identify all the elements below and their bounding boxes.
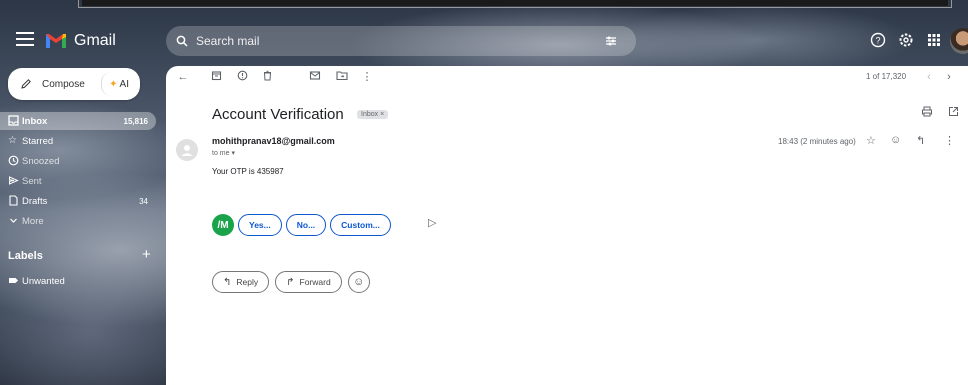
recipient-details[interactable]: to me ▾ [212,149,235,157]
search-bar[interactable] [166,26,636,56]
chevron-down-icon [8,215,20,227]
ai-label: AI [119,78,129,90]
pencil-icon [21,79,31,89]
compose-label: Compose [42,78,85,90]
compose-button[interactable]: Compose [8,68,101,100]
sidebar-item-label: Snoozed [22,155,60,167]
settings-gear-icon[interactable] [898,32,914,48]
inbox-icon [8,115,20,127]
open-in-new-window-icon[interactable] [946,106,960,120]
star-icon[interactable]: ☆ [866,134,876,147]
search-options-icon[interactable] [604,34,618,48]
pagination-count: 1 of 17,320 [866,72,907,81]
message-pane: ← ⋮ 1 of 17,320 ‹ › Account Verification… [166,66,968,385]
inbox-count: 15,816 [123,116,148,126]
sidebar-nav: Inbox 15,816 ☆ Starred Snoozed Sent Draf… [0,112,156,232]
back-arrow-icon[interactable]: ← [176,70,190,84]
email-body: Your OTP is 435987 [212,167,284,176]
older-chevron-icon[interactable]: › [942,70,956,84]
sidebar-item-inbox[interactable]: Inbox 15,816 [0,112,156,130]
sender-email[interactable]: mohithpranav18@gmail.com [212,136,335,146]
smart-reply-custom[interactable]: Custom... [330,214,391,236]
send-icon [8,175,20,187]
message-toolbar: ← ⋮ 1 of 17,320 ‹ › [166,66,968,88]
reply-arrow-icon[interactable]: ↰ [916,134,925,147]
add-label-icon[interactable]: + [142,246,151,263]
sidebar-item-drafts[interactable]: Drafts 34 [0,192,156,210]
top-header: Gmail ? [0,20,968,64]
sender-avatar[interactable] [176,139,198,161]
reply-label: Reply [236,277,259,287]
smart-reply-yes[interactable]: Yes... [238,214,282,236]
forward-icon: ↱ [286,276,295,288]
gmail-m-icon [46,34,66,48]
newer-chevron-icon[interactable]: ‹ [922,70,936,84]
svg-text:?: ? [875,36,880,46]
more-options-icon[interactable]: ⋮ [360,70,374,84]
search-icon[interactable] [176,35,188,47]
addon-logo-icon: /M [212,214,234,236]
draft-icon [8,195,20,207]
sidebar-item-snoozed[interactable]: Snoozed [0,152,156,170]
delete-trash-icon[interactable] [260,70,274,84]
gmail-logo[interactable]: Gmail [44,28,116,54]
hamburger-menu-icon[interactable] [16,32,34,48]
forward-label: Forward [299,277,331,287]
sidebar-item-label: Inbox [22,115,48,127]
smart-reply-no[interactable]: No... [285,214,327,236]
account-avatar[interactable] [950,28,968,54]
label-icon [8,275,20,287]
email-timestamp: 18:43 (2 minutes ago) [778,137,856,146]
sidebar-item-label: Sent [22,175,42,187]
mouse-cursor-icon: ▷ [428,217,437,229]
sidebar-item-label: Unwanted [22,275,65,287]
sidebar-item-label: Drafts [22,195,48,207]
emoji-reaction-button[interactable]: ☺ [347,271,370,293]
ai-button[interactable]: ✦ AI [101,72,136,96]
sidebar-item-more[interactable]: More [0,212,156,230]
sidebar-label-unwanted[interactable]: Unwanted [0,272,156,290]
apps-grid-icon[interactable] [926,32,942,48]
smiley-icon: ☺ [353,276,365,288]
labels-heading: Labels [8,250,43,262]
star-icon: ☆ [8,135,17,146]
window-strip [82,0,948,6]
smart-replies: /M Yes... No... Custom... [212,214,395,236]
sidebar-item-starred[interactable]: ☆ Starred [0,132,156,150]
sparkle-icon: ✦ [109,78,118,90]
search-input[interactable] [196,34,576,48]
reply-icon: ↰ [223,276,232,288]
more-vert-icon[interactable]: ⋮ [944,134,955,147]
inbox-label-chip[interactable]: Inbox × [357,110,389,119]
drafts-count: 34 [139,196,148,206]
sidebar-item-sent[interactable]: Sent [0,172,156,190]
reply-button[interactable]: ↰ Reply [212,271,270,293]
message-actions: ↰ Reply ↱ Forward ☺ [212,271,370,293]
email-subject: Account Verification [212,106,344,123]
compose-group: Compose ✦ AI [8,68,140,100]
emoji-react-icon[interactable]: ☺ [890,134,901,146]
mark-unread-icon[interactable] [308,70,322,84]
move-to-folder-icon[interactable] [335,70,349,84]
print-icon[interactable] [920,106,934,120]
sidebar-item-label: Starred [22,135,54,147]
report-spam-icon[interactable] [235,70,249,84]
forward-button[interactable]: ↱ Forward [275,271,342,293]
archive-icon[interactable] [209,70,223,84]
clock-icon [8,155,20,167]
gmail-wordmark: Gmail [74,32,116,49]
sidebar-item-label: More [22,215,44,227]
help-icon[interactable]: ? [870,32,886,48]
